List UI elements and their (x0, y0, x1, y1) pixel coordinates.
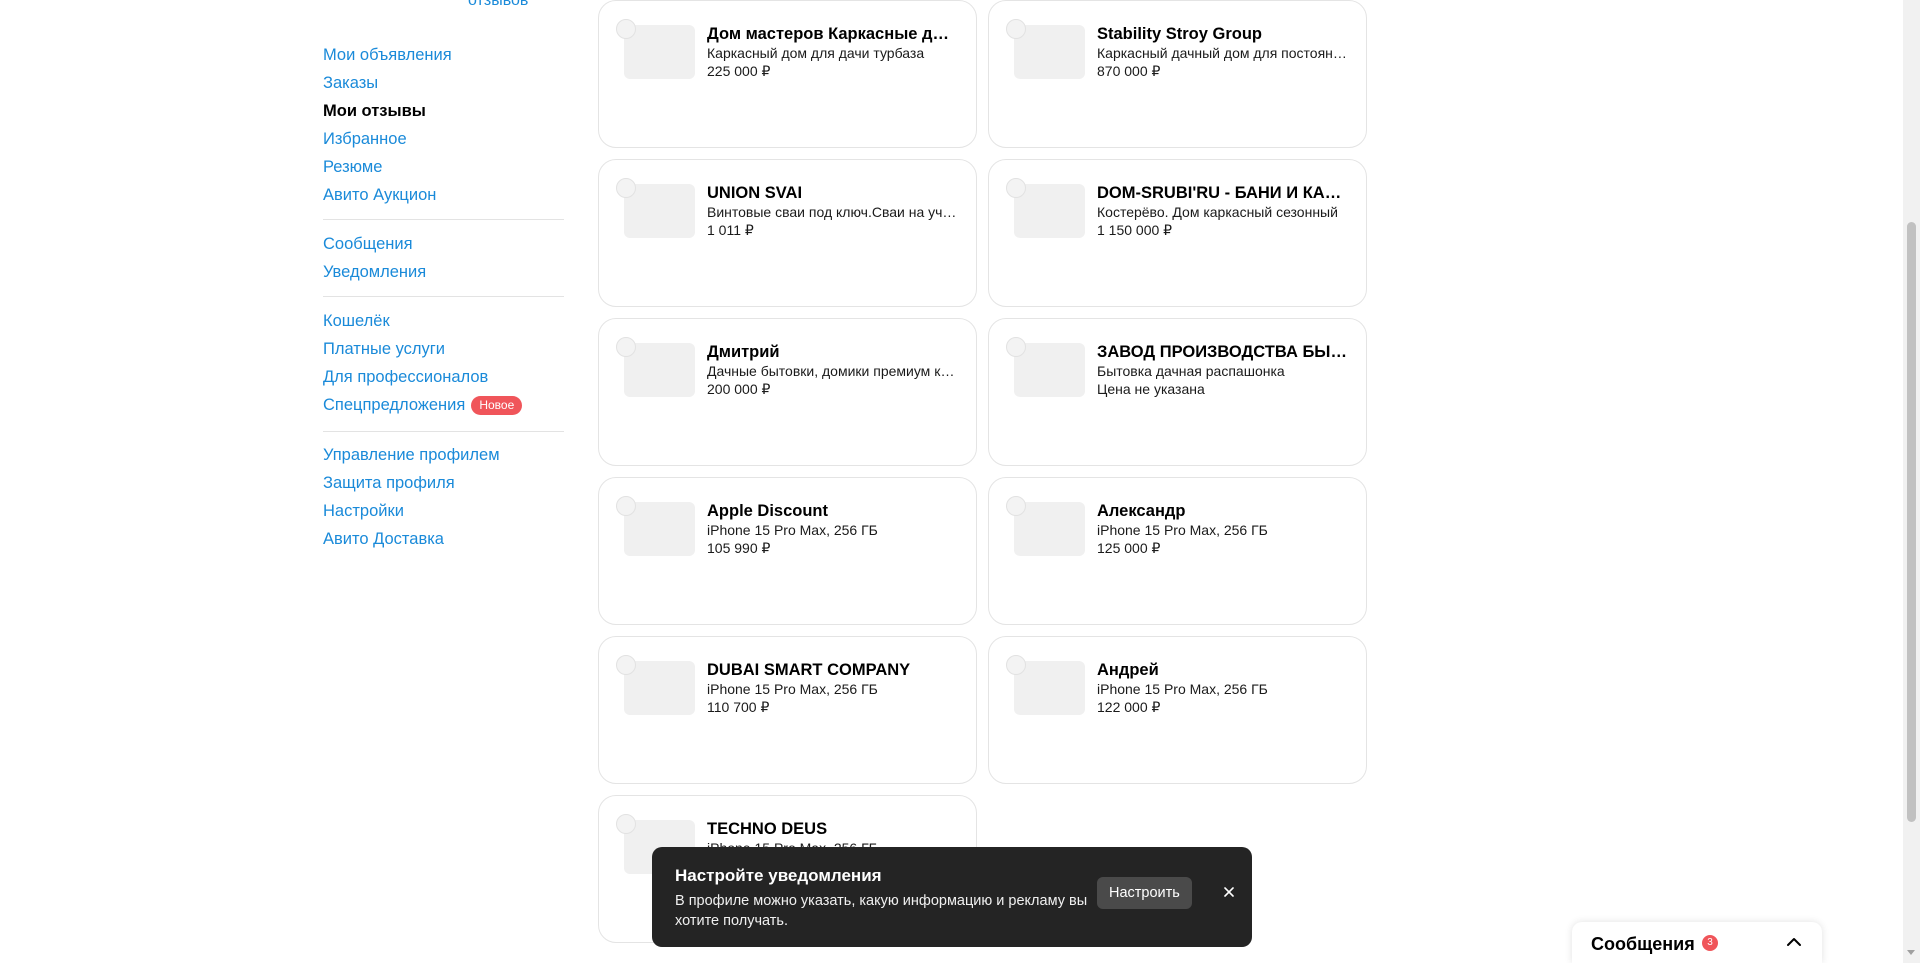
scroll-down-icon[interactable] (1907, 950, 1915, 955)
sidebar-item-my-reviews[interactable]: Мои отзывы (323, 97, 564, 125)
seller-name: Stability Stroy Group (1097, 25, 1263, 43)
review-card[interactable]: Андрей iPhone 15 Pro Max, 256 ГБ 122 000… (988, 636, 1367, 784)
sidebar-item-profile-management[interactable]: Управление профилем (323, 441, 564, 469)
review-card[interactable]: Дом мастеров Каркасные дома Каркасный до… (598, 0, 977, 148)
nav-group-listings: Мои объявления Заказы Мои отзывы Избранн… (323, 41, 564, 209)
reviews-count-link[interactable]: отзывов (468, 0, 528, 10)
sidebar-item-notifications[interactable]: Уведомления (323, 258, 564, 286)
sidebar-item-settings[interactable]: Настройки (323, 497, 564, 525)
messages-widget[interactable]: Сообщения 3 (1572, 922, 1822, 963)
item-title: iPhone 15 Pro Max, 256 ГБ (1097, 522, 1268, 538)
item-title: Дачные бытовки, домики премиум класса (707, 363, 957, 379)
seller-name: Александр (1097, 502, 1186, 520)
item-price: 225 000 ₽ (707, 63, 771, 79)
chevron-up-icon-glyph (1787, 938, 1801, 946)
nav-group-communication: Сообщения Уведомления (323, 230, 564, 286)
sidebar-divider (323, 219, 564, 220)
sidebar-rating-row: отзывов (323, 0, 564, 16)
review-card[interactable]: Александр iPhone 15 Pro Max, 256 ГБ 125 … (988, 477, 1367, 625)
seller-avatar (1006, 655, 1026, 675)
nav-group-finance: Кошелёк Платные услуги Для профессионало… (323, 307, 564, 419)
seller-avatar (616, 496, 636, 516)
page: отзывов Мои объявления Заказы Мои отзывы… (0, 0, 1920, 963)
seller-avatar (616, 178, 636, 198)
review-card[interactable]: UNION SVAI Винтовые сваи под ключ.Сваи н… (598, 159, 977, 307)
seller-avatar (1006, 178, 1026, 198)
item-price: 1 011 ₽ (707, 222, 754, 238)
close-icon-glyph (1224, 887, 1234, 897)
unread-count-badge: 3 (1702, 935, 1718, 951)
item-title: Бытовка дачная распашонка (1097, 363, 1285, 379)
page-scrollbar[interactable] (1903, 0, 1920, 963)
sidebar-item-avito-delivery[interactable]: Авито Доставка (323, 525, 564, 553)
seller-name: UNION SVAI (707, 184, 803, 202)
sidebar-item-profile-protection[interactable]: Защита профиля (323, 469, 564, 497)
sidebar-item-messages[interactable]: Сообщения (323, 230, 564, 258)
sidebar-item-special-offers[interactable]: Спецпредложения Новое (323, 391, 564, 419)
seller-name: DOM-SRUBI'RU - БАНИ И КАРКАСНЫЕ ДОМА (1097, 184, 1347, 202)
seller-name: ЗАВОД ПРОИЗВОДСТВА БЫТОВОК (1097, 343, 1347, 361)
messages-widget-title: Сообщения (1591, 934, 1695, 954)
configure-button[interactable]: Настроить (1097, 877, 1192, 909)
sidebar-item-auction[interactable]: Авито Аукцион (323, 181, 564, 209)
item-price: Цена не указана (1097, 381, 1205, 397)
item-title: iPhone 15 Pro Max, 256 ГБ (707, 522, 878, 538)
seller-name: DUBAI SMART COMPANY (707, 661, 911, 679)
sidebar-item-label: Спецпредложения (323, 396, 466, 414)
item-title: Винтовые сваи под ключ.Сваи на участок (707, 204, 957, 220)
sidebar-item-resume[interactable]: Резюме (323, 153, 564, 181)
item-title: Каркасный дом для дачи турбаза (707, 45, 925, 61)
close-icon[interactable] (1219, 882, 1239, 902)
scrollbar-thumb[interactable] (1907, 222, 1916, 822)
item-title: Каркасный дачный дом для постоянного про… (1097, 45, 1347, 61)
nav-group-profile: Управление профилем Защита профиля Настр… (323, 441, 564, 553)
item-title: iPhone 15 Pro Max, 256 ГБ (1097, 681, 1268, 697)
item-price: 1 150 000 ₽ (1097, 222, 1173, 238)
seller-avatar (1006, 19, 1026, 39)
seller-avatar (1006, 496, 1026, 516)
seller-name: Андрей (1097, 661, 1159, 679)
new-badge: Новое (471, 396, 523, 415)
item-title: Костерёво. Дом каркасный сезонный (1097, 204, 1338, 220)
item-price: 122 000 ₽ (1097, 699, 1161, 715)
seller-avatar (616, 814, 636, 834)
item-price: 105 990 ₽ (707, 540, 771, 556)
seller-name: Apple Discount (707, 502, 829, 520)
seller-avatar (616, 655, 636, 675)
item-price: 125 000 ₽ (1097, 540, 1161, 556)
sidebar-item-orders[interactable]: Заказы (323, 69, 564, 97)
item-price: 200 000 ₽ (707, 381, 771, 397)
seller-name: Дмитрий (707, 343, 780, 361)
seller-name: TECHNO DEUS (707, 820, 828, 838)
sidebar-item-paid-services[interactable]: Платные услуги (323, 335, 564, 363)
review-card[interactable]: ЗАВОД ПРОИЗВОДСТВА БЫТОВОК Бытовка дачна… (988, 318, 1367, 466)
sidebar-item-my-ads[interactable]: Мои объявления (323, 41, 564, 69)
review-card[interactable]: Apple Discount iPhone 15 Pro Max, 256 ГБ… (598, 477, 977, 625)
seller-name: Дом мастеров Каркасные дома (707, 25, 957, 43)
seller-avatar (616, 337, 636, 357)
review-card[interactable]: Stability Stroy Group Каркасный дачный д… (988, 0, 1367, 148)
review-card[interactable]: Дмитрий Дачные бытовки, домики премиум к… (598, 318, 977, 466)
item-price: 110 700 ₽ (707, 699, 770, 715)
sidebar-divider (323, 296, 564, 297)
sidebar-item-wallet[interactable]: Кошелёк (323, 307, 564, 335)
sidebar-item-favorites[interactable]: Избранное (323, 125, 564, 153)
review-card[interactable]: DUBAI SMART COMPANY iPhone 15 Pro Max, 2… (598, 636, 977, 784)
sidebar-divider (323, 431, 564, 432)
seller-avatar (1006, 337, 1026, 357)
review-card[interactable]: DOM-SRUBI'RU - БАНИ И КАРКАСНЫЕ ДОМА Кос… (988, 159, 1367, 307)
chevron-up-icon[interactable] (1784, 932, 1804, 952)
notification-settings-toast: Настройте уведомления В профиле можно ук… (652, 847, 1252, 947)
toast-title: Настройте уведомления (675, 866, 882, 885)
item-price: 870 000 ₽ (1097, 63, 1161, 79)
toast-body: В профиле можно указать, какую информаци… (675, 893, 1088, 929)
sidebar-item-for-professionals[interactable]: Для профессионалов (323, 363, 564, 391)
item-title: iPhone 15 Pro Max, 256 ГБ (707, 681, 878, 697)
seller-avatar (616, 19, 636, 39)
